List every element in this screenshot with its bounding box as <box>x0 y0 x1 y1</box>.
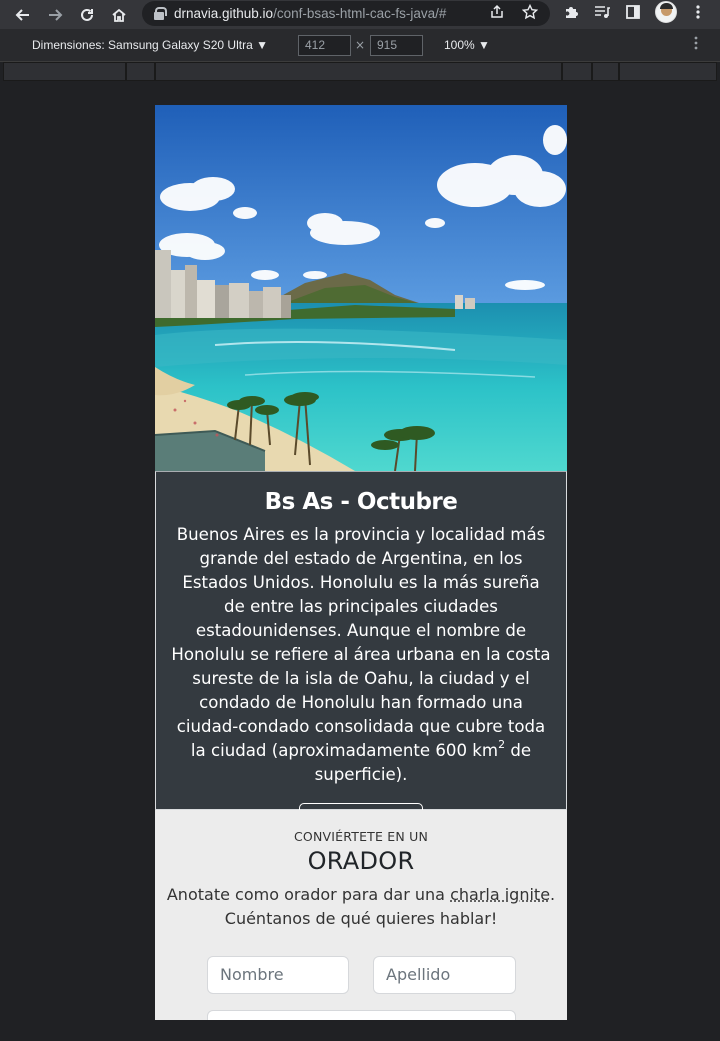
times-symbol: × <box>355 38 366 52</box>
ruler-segment[interactable] <box>619 62 717 81</box>
ignite-abbr[interactable]: charla ignite <box>450 885 550 904</box>
media-playlist-icon[interactable] <box>592 4 612 24</box>
speaker-kicker: CONVIÉRTETE EN UN <box>294 829 428 844</box>
ruler-segment[interactable] <box>592 62 619 81</box>
back-arrow-icon[interactable] <box>11 3 35 27</box>
ruler-segment[interactable] <box>126 62 155 81</box>
speaker-title: ORADOR <box>307 847 415 875</box>
superscript: 2 <box>498 738 506 751</box>
url-host: drnavia.github.io <box>174 6 274 21</box>
device-height-input[interactable]: 915 <box>370 35 423 56</box>
home-icon[interactable] <box>107 3 131 27</box>
zoom-select[interactable]: 100% ▼ <box>444 38 490 52</box>
profile-avatar[interactable] <box>655 1 677 23</box>
email-input[interactable] <box>207 1010 516 1020</box>
device-more-icon[interactable] <box>694 36 698 54</box>
first-name-input[interactable]: Nombre <box>207 956 349 994</box>
media-query-ruler <box>3 62 717 81</box>
lock-icon[interactable] <box>154 7 167 20</box>
speaker-section: CONVIÉRTETE EN UN ORADOR Anotate como or… <box>155 810 567 1020</box>
speaker-description: Anotate como orador para dar una charla … <box>166 885 556 928</box>
url-path: /conf-bsas-html-cac-fs-java/# <box>273 6 447 21</box>
last-name-input[interactable]: Apellido <box>373 956 516 994</box>
reload-icon[interactable] <box>75 3 99 27</box>
device-width-input[interactable]: 412 <box>298 35 351 56</box>
forward-arrow-icon[interactable] <box>43 3 67 27</box>
ruler-segment[interactable] <box>562 62 592 81</box>
ruler-segment[interactable] <box>3 62 126 81</box>
beach-hero-image <box>155 105 567 471</box>
share-icon[interactable] <box>487 4 507 24</box>
extensions-puzzle-icon[interactable] <box>561 4 581 24</box>
device-toolbar: Dimensiones: Samsung Galaxy S20 Ultra ▼ … <box>0 29 720 62</box>
address-bar[interactable]: drnavia.github.io/conf-bsas-html-cac-fs-… <box>142 1 550 26</box>
bookmark-star-icon[interactable] <box>520 3 540 24</box>
ruler-segment[interactable] <box>155 62 562 81</box>
event-card: Bs As - Octubre Buenos Aires es la provi… <box>155 471 567 841</box>
browser-toolbar: drnavia.github.io/conf-bsas-html-cac-fs-… <box>0 0 720 29</box>
device-dimensions-select[interactable]: Dimensiones: Samsung Galaxy S20 Ultra ▼ <box>32 38 268 52</box>
side-panel-icon[interactable] <box>623 4 643 24</box>
emulated-viewport: Bs As - Octubre Buenos Aires es la provi… <box>155 105 567 1020</box>
event-description: Buenos Aires es la provincia y localidad… <box>171 525 551 784</box>
event-title: Bs As - Octubre <box>264 489 458 515</box>
kebab-menu-icon[interactable] <box>688 4 708 24</box>
